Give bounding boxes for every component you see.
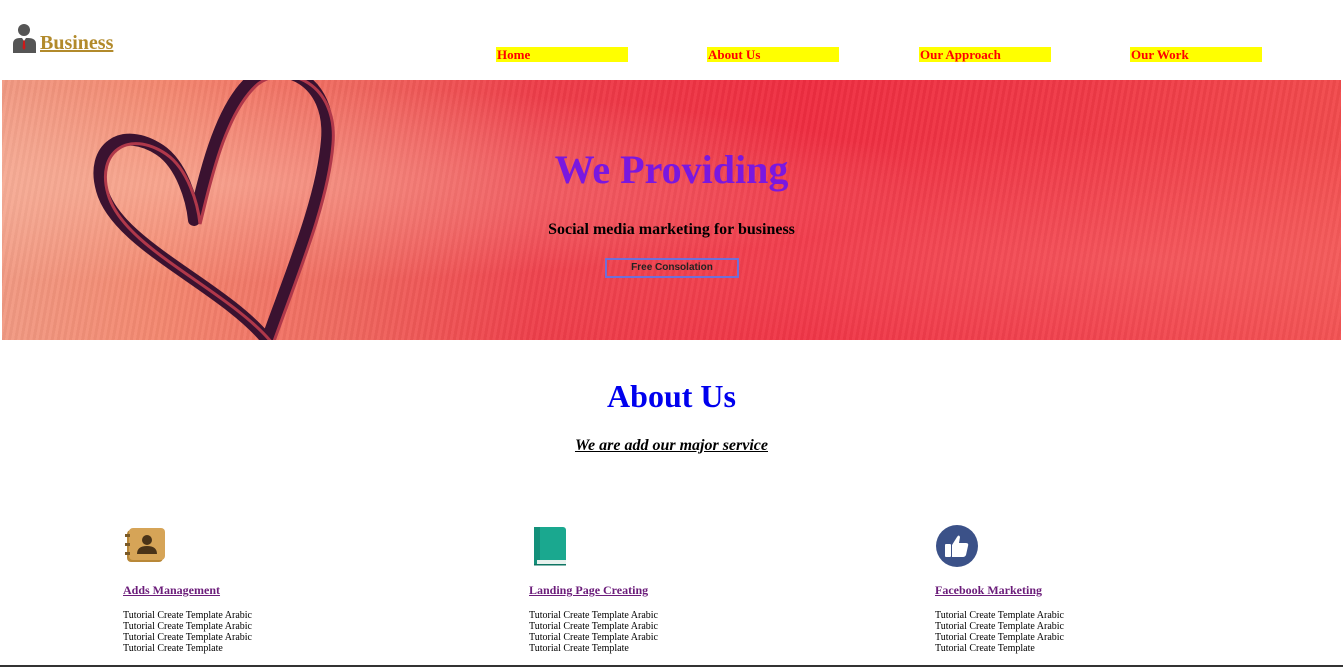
thumbs-up-icon [936, 525, 978, 567]
service-line: Tutorial Create Template Arabic [123, 621, 252, 632]
address-book-icon [125, 528, 165, 562]
businessman-icon [13, 24, 36, 53]
service-title[interactable]: Facebook Marketing [935, 582, 1235, 598]
about-title: About Us [607, 378, 736, 414]
service-line: Tutorial Create Template Arabic [123, 610, 252, 621]
hero-subtitle: Social media marketing for business [548, 221, 795, 238]
hero-banner: We Providing Social media marketing for … [2, 80, 1341, 340]
service-card-facebook-marketing: Facebook Marketing Tutorial Create Templ… [935, 524, 1235, 654]
service-line: Tutorial Create Template [935, 643, 1035, 654]
nav-our-approach[interactable]: Our Approach [919, 47, 1051, 62]
about-subtitle: We are add our major service [574, 437, 768, 454]
service-line: Tutorial Create Template [529, 643, 629, 654]
service-line: Tutorial Create Template Arabic [935, 610, 1064, 621]
nav-home[interactable]: Home [496, 47, 628, 62]
service-description: Tutorial Create Template Arabic Tutorial… [529, 610, 829, 654]
service-line: Tutorial Create Template Arabic [935, 621, 1064, 632]
brand-name: Business [40, 32, 114, 54]
service-card-adds-management: Adds Management Tutorial Create Template… [123, 524, 423, 654]
heart-image [93, 80, 335, 340]
service-line: Tutorial Create Template Arabic [935, 632, 1064, 643]
nav-about-us[interactable]: About Us [707, 47, 839, 62]
service-title[interactable]: Adds Management [123, 582, 423, 598]
service-line: Tutorial Create Template Arabic [123, 632, 252, 643]
service-card-landing-page: Landing Page Creating Tutorial Create Te… [529, 524, 829, 654]
service-line: Tutorial Create Template Arabic [529, 610, 658, 621]
nav-our-work[interactable]: Our Work [1130, 47, 1262, 62]
service-line: Tutorial Create Template [123, 643, 223, 654]
service-line: Tutorial Create Template Arabic [529, 632, 658, 643]
book-icon [534, 527, 566, 566]
brand-logo-link[interactable]: Business [12, 22, 113, 54]
service-line: Tutorial Create Template Arabic [529, 621, 658, 632]
service-description: Tutorial Create Template Arabic Tutorial… [123, 610, 423, 654]
free-consultation-button[interactable]: Free Consolation [605, 258, 739, 278]
site-header: Business Home About Us Our Approach Our … [0, 0, 1343, 80]
service-description: Tutorial Create Template Arabic Tutorial… [935, 610, 1235, 654]
service-title[interactable]: Landing Page Creating [529, 582, 829, 598]
hero-title: We Providing [554, 147, 789, 192]
